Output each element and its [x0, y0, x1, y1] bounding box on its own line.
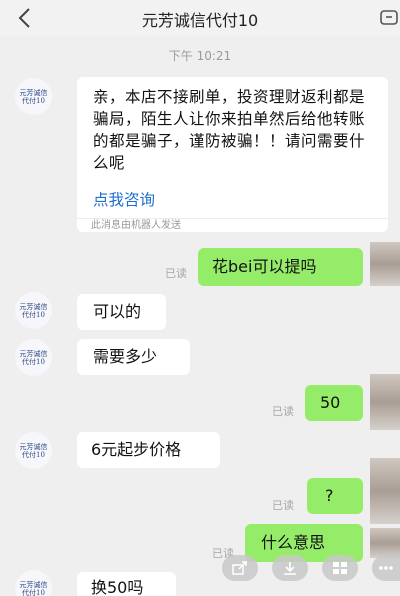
message-bubble-incoming: 换50吗 — [77, 572, 176, 596]
forward-icon — [232, 561, 247, 575]
more-icon — [380, 10, 398, 25]
message-bubble-outgoing: 50 — [305, 385, 363, 421]
message-bubble-incoming: 亲，本店不接刷单，投资理财返利都是骗局，陌生人让你来拍单然后给他转账的都是骗子，… — [77, 77, 388, 232]
avatar[interactable]: 元芳诚信代付10 — [15, 339, 52, 376]
avatar[interactable]: 元芳诚信代付10 — [15, 432, 52, 469]
user-avatar-partial[interactable] — [370, 374, 400, 430]
message-bubble-incoming: 可以的 — [77, 294, 166, 330]
grid-button[interactable] — [322, 555, 358, 581]
message-text: 换50吗 — [91, 578, 144, 596]
message-text: 需要多少 — [93, 347, 158, 366]
consult-link[interactable]: 点我咨询 — [93, 189, 155, 211]
avatar-text: 元芳诚信代付10 — [19, 302, 48, 319]
download-icon — [284, 562, 296, 575]
read-status: 已读 — [272, 405, 294, 418]
message-text: 可以的 — [93, 302, 142, 321]
forward-button[interactable] — [222, 555, 258, 581]
message-text: 6元起步价格 — [91, 440, 182, 459]
message-text: 什么意思 — [261, 533, 326, 552]
user-avatar-partial[interactable] — [370, 242, 400, 286]
avatar[interactable]: 元芳诚信代付10 — [15, 78, 52, 115]
message-bubble-incoming: 6元起步价格 — [77, 432, 220, 468]
user-avatar-partial[interactable] — [370, 528, 400, 558]
avatar-text: 元芳诚信代付10 — [19, 349, 48, 366]
avatar[interactable]: 元芳诚信代付10 — [15, 292, 52, 329]
avatar-text: 元芳诚信代付10 — [19, 442, 48, 459]
robot-notice: 此消息由机器人发送 — [77, 218, 388, 232]
chat-title: 元芳诚信代付10 — [141, 11, 259, 30]
download-button[interactable] — [272, 555, 308, 581]
avatar[interactable]: 元芳诚信代付10 — [15, 570, 52, 596]
message-bubble-outgoing: ? — [307, 478, 363, 514]
more-button[interactable] — [378, 6, 400, 30]
avatar-text: 元芳诚信代付10 — [19, 88, 48, 105]
read-status: 已读 — [272, 499, 294, 512]
message-timestamp: 下午 10:21 — [168, 49, 232, 63]
user-avatar-partial[interactable] — [370, 458, 400, 524]
grid-icon — [333, 562, 347, 574]
read-status: 已读 — [165, 267, 187, 280]
message-bubble-outgoing: 花bei可以提吗 — [198, 248, 363, 286]
message-text: ? — [325, 486, 334, 505]
message-bubble-incoming: 需要多少 — [77, 339, 190, 375]
avatar-text: 元芳诚信代付10 — [19, 580, 48, 596]
message-text: 亲，本店不接刷单，投资理财返利都是骗局，陌生人让你来拍单然后给他转账的都是骗子，… — [93, 88, 366, 172]
ellipsis-icon — [379, 566, 393, 570]
message-text: 50 — [320, 393, 341, 412]
more-options-button[interactable] — [372, 555, 400, 581]
chat-header: 元芳诚信代付10 — [0, 0, 400, 36]
message-text: 花bei可以提吗 — [212, 257, 317, 276]
